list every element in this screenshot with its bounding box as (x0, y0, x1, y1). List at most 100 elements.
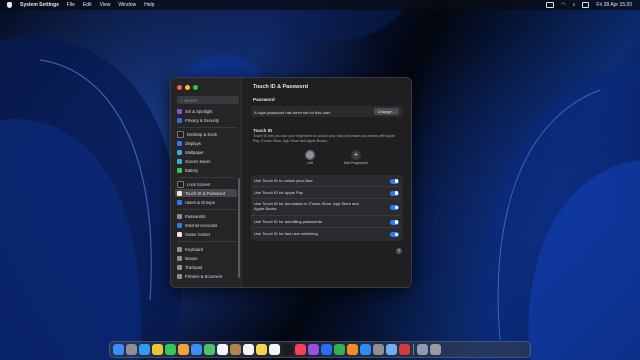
keynote-icon[interactable] (321, 344, 332, 355)
reminders-icon[interactable] (243, 344, 254, 355)
downloads-icon[interactable] (416, 344, 428, 355)
preview-icon[interactable] (386, 344, 397, 355)
menu-window[interactable]: Window (118, 2, 136, 8)
appstore-icon[interactable] (360, 344, 371, 355)
photobooth-icon[interactable] (399, 344, 410, 355)
sidebar-item-trackpad[interactable]: Trackpad (175, 263, 237, 271)
password-section-header: Password (253, 97, 275, 102)
notes-icon[interactable] (256, 344, 267, 355)
sidebar-item-passwords[interactable]: Passwords (175, 212, 237, 220)
sidebar-item-battery[interactable]: Battery (175, 166, 237, 174)
photos-icon[interactable] (178, 344, 189, 355)
close-button[interactable] (177, 85, 182, 90)
toggle-row-autofill: Use Touch ID for autofilling passwords (251, 216, 403, 228)
menu-view[interactable]: View (100, 2, 111, 8)
sidebar-item-screen-saver[interactable]: Screen Saver (175, 157, 237, 165)
zoom-button[interactable] (193, 85, 198, 90)
finder-icon[interactable] (113, 344, 124, 355)
sidebar-item-lock-screen[interactable]: Lock Screen (175, 180, 237, 188)
launchpad-icon[interactable] (126, 344, 137, 355)
apple-pay-toggle[interactable] (390, 190, 399, 196)
content-pane: Touch ID & Password Password A login pas… (243, 78, 411, 287)
sidebar-item-label: Wallpaper (185, 149, 204, 155)
podcasts-icon[interactable] (308, 344, 319, 355)
autofill-toggle[interactable] (390, 219, 399, 225)
menubar-clock[interactable]: Fri 28 Apr 15:20 (596, 2, 632, 8)
sidebar-item-internet-accounts[interactable]: Internet Accounts (175, 221, 237, 229)
help-button[interactable]: ? (396, 248, 402, 254)
spotlight-icon[interactable]: ⌕ (573, 2, 576, 8)
mail-icon[interactable] (191, 344, 202, 355)
sidebar-item-touch-id-password[interactable]: Touch ID & Password (175, 189, 237, 197)
search-input[interactable]: ⌕ Search (177, 96, 239, 104)
sidebar-item-printers-scanners[interactable]: Printers & Scanners (175, 272, 237, 280)
sidebar-item-label: Desktop & Dock (187, 131, 218, 137)
sidebar-item-desktop-dock[interactable]: Desktop & Dock (175, 130, 237, 138)
safari-icon[interactable] (139, 344, 150, 355)
app-menu[interactable]: System Settings (20, 2, 59, 8)
users-icon (177, 199, 182, 205)
numbers-icon[interactable] (334, 344, 345, 355)
apple-menu-icon[interactable] (7, 2, 12, 8)
sidebar-item-privacy[interactable]: Privacy & Security (175, 116, 237, 124)
toggle-label: Use Touch ID to unlock your Mac (254, 177, 313, 183)
toggle-row-apple-pay: Use Touch ID for Apple Pay (251, 187, 403, 199)
add-fingerprint-button[interactable]: + Add Fingerprint (338, 150, 374, 165)
printer-icon (177, 273, 182, 279)
menu-file[interactable]: File (67, 2, 75, 8)
sidebar-item-label: Keyboard (185, 246, 203, 252)
maps-icon[interactable] (204, 344, 215, 355)
toggle-label: Use Touch ID for autofilling passwords (254, 218, 322, 224)
freeform-icon[interactable] (269, 344, 280, 355)
toggle-label: Use Touch ID for Apple Pay (254, 189, 303, 195)
unlock-mac-toggle[interactable] (390, 178, 399, 184)
sidebar-item-users-groups[interactable]: Users & Groups (175, 198, 237, 206)
sidebar-item-label: Game Center (185, 231, 211, 237)
menu-help[interactable]: Help (144, 2, 154, 8)
sidebar-item-label: Lock Screen (187, 181, 211, 187)
toggle-row-unlock-mac: Use Touch ID to unlock your Mac (251, 175, 403, 187)
sidebar-item-game-center[interactable]: Game Center (175, 230, 237, 238)
sidebar-item-wallpaper[interactable]: Wallpaper (175, 148, 237, 156)
sidebar-item-label: Users & Groups (185, 199, 215, 205)
sidebar-item-mouse[interactable]: Mouse (175, 254, 237, 262)
fingerprint-left[interactable]: Left (300, 150, 320, 165)
sidebar-scrollbar[interactable] (238, 178, 240, 278)
sidebar-item-displays[interactable]: Displays (175, 139, 237, 147)
toggle-row-purchases: Use Touch ID for purchases in iTunes Sto… (251, 199, 403, 216)
trash-icon[interactable] (429, 344, 441, 355)
purchases-toggle[interactable] (390, 205, 399, 210)
contacts-icon[interactable] (230, 344, 241, 355)
fingerprint-icon (177, 190, 182, 196)
page-title: Touch ID & Password (253, 84, 309, 90)
search-placeholder: Search (184, 97, 198, 103)
tv-icon[interactable] (282, 344, 293, 355)
menu-edit[interactable]: Edit (83, 2, 92, 8)
chrome-icon[interactable] (152, 344, 163, 355)
dock-icon (177, 130, 184, 138)
key-icon (177, 213, 182, 219)
sidebar-item-keyboard[interactable]: Keyboard (175, 245, 237, 253)
screensaver-icon (177, 158, 182, 164)
sidebar-item-label: Privacy & Security (185, 117, 219, 123)
trackpad-icon (177, 264, 182, 270)
calendar-icon[interactable] (217, 344, 228, 355)
password-status-text: A login password has been set for this u… (254, 109, 331, 115)
battery-status-icon[interactable] (546, 2, 555, 8)
keyboard-icon (177, 246, 182, 252)
minimize-button[interactable] (185, 85, 190, 90)
sidebar-item-label: Displays (185, 140, 201, 146)
music-icon[interactable] (295, 344, 306, 355)
settings-icon[interactable] (373, 344, 384, 355)
pages-icon[interactable] (347, 344, 358, 355)
wallpaper-icon (177, 149, 182, 155)
fast-user-switching-toggle[interactable] (390, 232, 399, 237)
wifi-icon[interactable]: ◠ (561, 2, 565, 8)
messages-icon[interactable] (165, 344, 176, 355)
change-password-button[interactable]: Change... (373, 108, 399, 115)
menu-bar: System Settings File Edit View Window He… (0, 0, 640, 10)
sidebar-item-label: Screen Saver (185, 158, 211, 164)
sidebar-item-label: Internet Accounts (185, 222, 218, 228)
sidebar-item-siri[interactable]: Siri & Spotlight (175, 107, 237, 115)
control-center-icon[interactable] (582, 2, 590, 8)
